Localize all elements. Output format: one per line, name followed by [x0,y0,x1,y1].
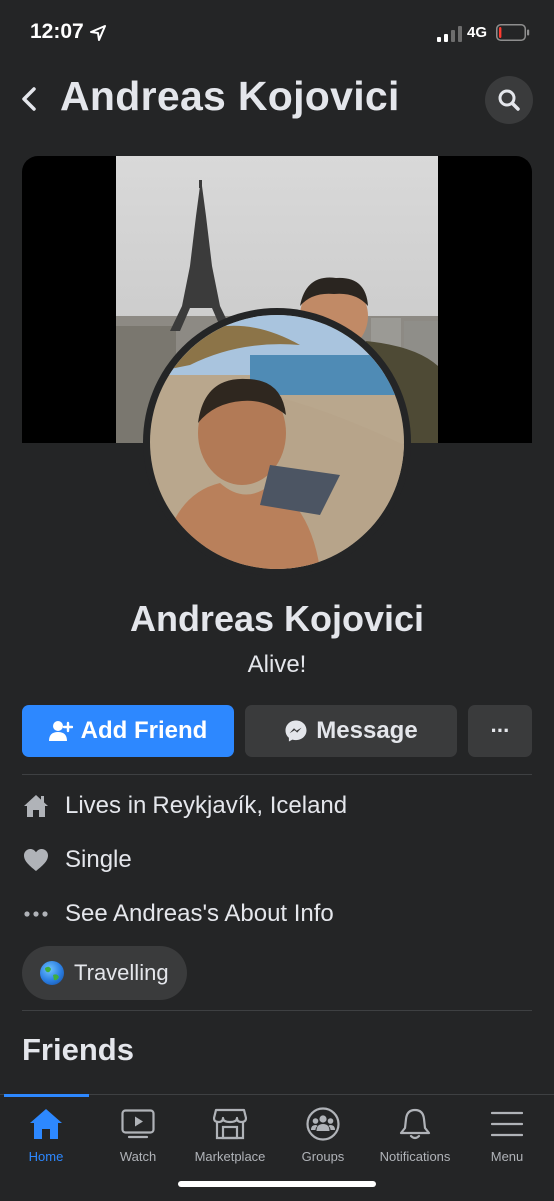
location-arrow-icon [90,25,106,41]
about-info-label: See Andreas's About Info [65,900,334,927]
lives-in-row: Lives in Reykjavík, Iceland [22,791,347,821]
avatar[interactable] [150,315,404,569]
chevron-left-icon[interactable] [18,83,42,115]
home-icon [22,792,50,820]
marketplace-icon [212,1106,248,1142]
lives-in-place[interactable]: Reykjavík, Iceland [152,792,347,820]
add-friend-label: Add Friend [80,717,208,744]
add-friend-icon [48,721,73,741]
groups-icon [305,1106,341,1142]
page-title: Andreas Kojovici [60,73,400,119]
tab-marketplace-label: Marketplace [194,1149,266,1164]
messenger-icon [285,720,307,742]
more-button[interactable]: ··· [468,705,532,757]
search-button[interactable] [485,76,533,124]
profile-bio: Alive! [247,651,307,678]
tab-notifications[interactable]: Notifications [369,1106,461,1164]
message-button[interactable]: Message [245,705,457,757]
chip-label: Travelling [74,960,169,985]
tab-notifications-label: Notifications [379,1149,451,1164]
tab-groups-label: Groups [301,1149,345,1164]
add-friend-button[interactable]: Add Friend [22,705,234,757]
lives-in-prefix: Lives in [65,792,147,819]
tab-home-label: Home [28,1149,64,1164]
active-tab-indicator [4,1094,89,1097]
home-icon [28,1106,64,1142]
tab-home[interactable]: Home [0,1106,92,1164]
about-info-row[interactable]: See Andreas's About Info [22,899,334,929]
status-time: 12:07 [30,20,84,43]
tab-menu-label: Menu [490,1149,524,1164]
home-indicator [178,1181,376,1187]
friends-section-title: Friends [22,1032,134,1067]
globe-icon [40,961,64,985]
ellipsis-icon [22,900,50,928]
divider [22,1010,532,1011]
divider [22,774,532,775]
watch-icon [120,1106,156,1142]
message-label: Message [316,717,418,744]
bell-icon [397,1106,433,1142]
heart-icon [22,846,50,874]
network-label: 4G [467,24,488,41]
relationship-row: Single [22,845,132,875]
search-icon [498,89,520,111]
tab-watch-label: Watch [119,1149,157,1164]
tab-watch[interactable]: Watch [92,1106,184,1164]
signal-icon [437,26,462,42]
profile-name: Andreas Kojovici [129,598,425,639]
menu-icon [489,1106,525,1142]
tab-menu[interactable]: Menu [461,1106,553,1164]
avatar-image [150,315,404,569]
tab-marketplace[interactable]: Marketplace [184,1106,276,1164]
travelling-chip[interactable]: Travelling [22,946,187,1000]
tab-groups[interactable]: Groups [277,1106,369,1164]
more-icon: ··· [490,718,511,743]
relationship-label: Single [65,846,132,873]
battery-icon [496,24,530,41]
